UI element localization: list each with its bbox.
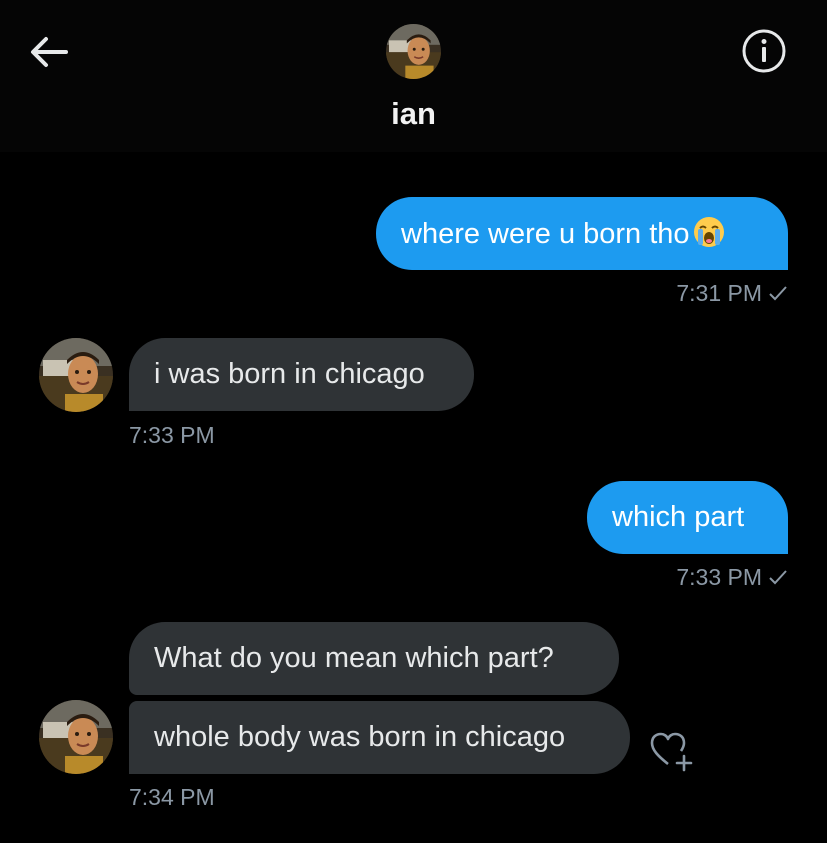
contact-avatar[interactable]: [39, 338, 113, 412]
checkmark-icon: [769, 286, 787, 301]
message-timestamp: 7:33 PM: [560, 564, 788, 591]
message-bubble-incoming[interactable]: i was born in chicago: [129, 338, 474, 411]
contact-avatar[interactable]: [386, 24, 441, 79]
message-text: i was born in chicago: [154, 358, 425, 390]
message-bubble-outgoing[interactable]: where were u born tho: [376, 197, 788, 270]
message-text: which part: [612, 501, 745, 533]
react-button[interactable]: [648, 728, 696, 772]
message-bubble-incoming[interactable]: What do you mean which part?: [129, 622, 619, 695]
message-text: whole body was born in chicago: [154, 721, 566, 753]
loudly-crying-face-emoji: [693, 217, 724, 247]
arrow-left-icon: [31, 37, 68, 67]
back-button[interactable]: [28, 34, 72, 70]
message-text: What do you mean which part?: [154, 642, 554, 674]
message-bubble-outgoing[interactable]: which part: [587, 481, 788, 554]
contact-name[interactable]: ian: [0, 96, 827, 132]
timestamp-text: 7:31 PM: [676, 280, 762, 306]
avatar-image: [39, 700, 113, 774]
message-timestamp: 7:31 PM: [560, 280, 788, 307]
heart-plus-icon: [650, 732, 693, 772]
message-timestamp: 7:33 PM: [129, 422, 215, 449]
timestamp-text: 7:34 PM: [129, 784, 215, 810]
checkmark-icon: [769, 570, 787, 585]
info-button[interactable]: [740, 27, 788, 75]
timestamp-text: 7:33 PM: [129, 422, 215, 448]
avatar-image: [386, 24, 441, 79]
info-icon: [742, 29, 786, 73]
message-text: where were u born tho: [401, 218, 690, 250]
conversation-header: ian: [0, 0, 827, 152]
contact-avatar[interactable]: [39, 700, 113, 774]
message-timestamp: 7:34 PM: [129, 784, 215, 811]
message-bubble-incoming[interactable]: whole body was born in chicago: [129, 701, 630, 774]
avatar-image: [39, 338, 113, 412]
timestamp-text: 7:33 PM: [676, 564, 762, 590]
